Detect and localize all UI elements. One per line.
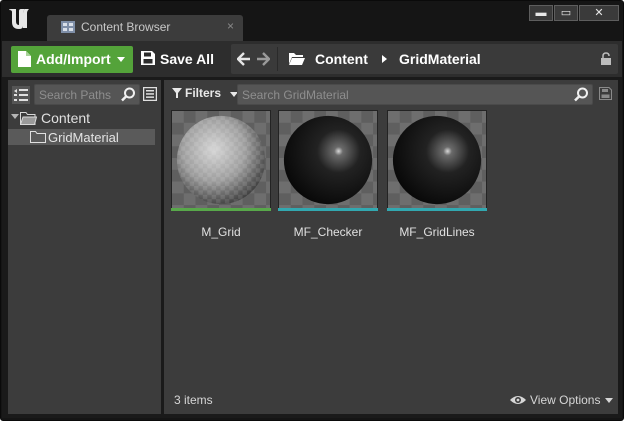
lock-icon[interactable] — [600, 52, 612, 66]
view-options-button[interactable]: View Options — [509, 393, 615, 409]
material-thumbnail — [278, 110, 378, 210]
sources-panel: Content GridMaterial — [8, 80, 161, 414]
chevron-right-icon[interactable] — [382, 55, 387, 63]
asset-name-mf-checker[interactable]: MF_Checker — [273, 225, 383, 239]
add-import-button[interactable]: Add/Import — [11, 46, 133, 73]
filter-icon — [172, 88, 182, 98]
back-arrow-icon[interactable] — [237, 52, 251, 66]
tab-content-browser[interactable]: Content Browser × — [47, 15, 243, 41]
save-icon — [141, 51, 155, 65]
asset-type-bar — [278, 208, 378, 211]
breadcrumb-content[interactable]: Content — [315, 51, 368, 67]
material-thumbnail — [387, 110, 487, 210]
search-icon[interactable] — [574, 87, 589, 102]
view-options-label: View Options — [530, 393, 601, 407]
eye-icon — [510, 396, 526, 404]
tree-item-gridmaterial[interactable]: GridMaterial — [8, 129, 155, 145]
asset-tile-mf-gridlines[interactable] — [387, 110, 487, 212]
save-all-button[interactable]: Save All — [140, 46, 222, 73]
asset-name-m-grid[interactable]: M_Grid — [166, 225, 276, 239]
folder-open-icon[interactable] — [289, 52, 305, 65]
search-icon[interactable] — [121, 87, 136, 102]
content-area: Content GridMaterial Filters — [2, 77, 622, 418]
forward-arrow-icon[interactable] — [256, 52, 270, 66]
item-count: 3 items — [174, 393, 213, 407]
tree-item-label: Content — [41, 110, 91, 126]
title-bar[interactable]: Content Browser × ▬ ▭ ✕ — [1, 1, 623, 41]
tree-item-label: GridMaterial — [48, 130, 119, 145]
folder-open-icon — [20, 112, 37, 125]
toolbar: Add/Import Save All Content GridMaterial — [2, 41, 622, 77]
maximize-button[interactable]: ▭ — [554, 5, 578, 21]
search-assets-input[interactable] — [242, 87, 562, 102]
chevron-down-icon — [117, 57, 125, 62]
asset-type-bar — [171, 208, 271, 211]
search-assets-field[interactable] — [237, 84, 593, 105]
unreal-engine-logo-icon — [9, 9, 29, 29]
asset-panel: Filters Search GridMaterial M_Grid MF_Ch… — [164, 80, 618, 414]
expand-arrow-icon[interactable] — [11, 114, 19, 119]
search-paths-input[interactable] — [39, 87, 117, 102]
asset-tile-m-grid[interactable] — [171, 110, 271, 212]
save-search-icon[interactable] — [599, 87, 612, 100]
chevron-down-icon — [605, 398, 613, 403]
close-button[interactable]: ✕ — [579, 5, 619, 21]
sources-toggle-icon[interactable] — [12, 86, 30, 104]
asset-name-mf-gridlines[interactable]: MF_GridLines — [382, 225, 492, 239]
content-browser-window: Content Browser × ▬ ▭ ✕ Add/Import Save … — [0, 0, 624, 421]
filters-label: Filters — [185, 86, 222, 100]
tab-label: Content Browser — [81, 20, 171, 34]
path-bar: Content GridMaterial — [231, 44, 618, 74]
new-file-icon — [18, 51, 31, 67]
save-all-label: Save All — [160, 51, 214, 67]
material-thumbnail — [171, 110, 271, 210]
tree-item-content[interactable]: Content — [11, 110, 161, 127]
tab-close-icon[interactable]: × — [227, 19, 234, 33]
asset-tile-mf-checker[interactable] — [278, 110, 378, 212]
add-import-label: Add/Import — [36, 51, 111, 67]
content-browser-icon — [61, 21, 75, 33]
list-view-icon[interactable] — [143, 87, 157, 101]
folder-icon — [30, 131, 46, 143]
search-paths-field[interactable] — [34, 84, 140, 105]
minimize-button[interactable]: ▬ — [529, 5, 553, 21]
asset-type-bar — [387, 208, 487, 211]
divider — [277, 47, 278, 71]
breadcrumb-gridmaterial[interactable]: GridMaterial — [399, 51, 481, 67]
